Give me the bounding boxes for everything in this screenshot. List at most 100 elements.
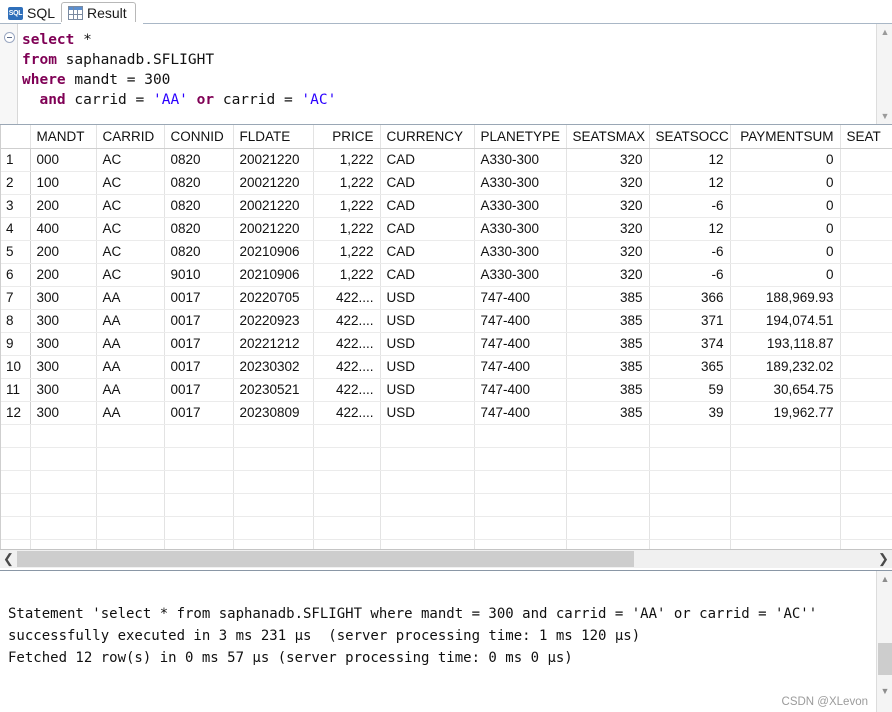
cell-paymentsum[interactable]: 188,969.93 xyxy=(730,286,841,310)
cell-seatsocc[interactable]: 12 xyxy=(649,217,731,241)
cell-connid[interactable]: 0017 xyxy=(164,378,234,402)
table-row[interactable]: 1 000 AC 0820 20021220 1,222 CAD A330-300 320 12 0 xyxy=(0,148,892,172)
cell-carrid[interactable]: AA xyxy=(96,401,165,425)
cell-seatsocc[interactable]: 59 xyxy=(649,378,731,402)
cell-seatsmax_b[interactable] xyxy=(840,263,892,287)
cell-currency[interactable]: CAD xyxy=(380,171,475,195)
row-number-cell[interactable]: 7 xyxy=(0,286,31,310)
cell-seatsocc[interactable]: -6 xyxy=(649,194,731,218)
row-number-cell[interactable]: 2 xyxy=(0,171,31,195)
cell-mandt[interactable]: 200 xyxy=(30,194,97,218)
cell-currency[interactable]: CAD xyxy=(380,217,475,241)
cell-fldate[interactable]: 20221212 xyxy=(233,332,314,356)
cell-mandt[interactable]: 000 xyxy=(30,148,97,172)
cell-fldate[interactable]: 20021220 xyxy=(233,217,314,241)
message-vertical-scrollbar[interactable]: ▲ ▼ xyxy=(876,571,892,712)
chevron-down-icon[interactable]: ▼ xyxy=(877,109,892,123)
column-header-seatsmax[interactable]: SEATSMAX xyxy=(566,125,650,149)
cell-seatsmax[interactable]: 385 xyxy=(566,401,650,425)
chevron-left-icon[interactable]: ❮ xyxy=(0,550,17,568)
column-header-price[interactable]: PRICE xyxy=(313,125,381,149)
table-row[interactable]: 5 200 AC 0820 20210906 1,222 CAD A330-300 320 -6 0 xyxy=(0,240,892,264)
cell-price[interactable]: 1,222 xyxy=(313,240,381,264)
cell-connid[interactable]: 0820 xyxy=(164,240,234,264)
cell-fldate[interactable]: 20220705 xyxy=(233,286,314,310)
chevron-right-icon[interactable]: ❯ xyxy=(875,550,892,568)
cell-planetype[interactable]: A330-300 xyxy=(474,171,567,195)
cell-connid[interactable]: 0017 xyxy=(164,401,234,425)
cell-seatsmax_b[interactable] xyxy=(840,217,892,241)
cell-connid[interactable]: 0820 xyxy=(164,148,234,172)
cell-currency[interactable]: USD xyxy=(380,332,475,356)
cell-planetype[interactable]: 747-400 xyxy=(474,309,567,333)
table-row[interactable]: 3 200 AC 0820 20021220 1,222 CAD A330-300 320 -6 0 xyxy=(0,194,892,218)
column-header-paymentsum[interactable]: PAYMENTSUM xyxy=(730,125,841,149)
row-number-cell[interactable]: 5 xyxy=(0,240,31,264)
cell-planetype[interactable]: A330-300 xyxy=(474,194,567,218)
table-row[interactable]: 2 100 AC 0820 20021220 1,222 CAD A330-300 320 12 0 xyxy=(0,171,892,195)
cell-paymentsum[interactable]: 0 xyxy=(730,263,841,287)
cell-fldate[interactable]: 20210906 xyxy=(233,263,314,287)
cell-seatsmax_b[interactable] xyxy=(840,240,892,264)
cell-connid[interactable]: 0820 xyxy=(164,194,234,218)
cell-carrid[interactable]: AC xyxy=(96,194,165,218)
cell-connid[interactable]: 9010 xyxy=(164,263,234,287)
cell-price[interactable]: 422.... xyxy=(313,309,381,333)
cell-seatsmax[interactable]: 320 xyxy=(566,240,650,264)
cell-currency[interactable]: CAD xyxy=(380,263,475,287)
cell-fldate[interactable]: 20021220 xyxy=(233,171,314,195)
cell-paymentsum[interactable]: 194,074.51 xyxy=(730,309,841,333)
cell-price[interactable]: 422.... xyxy=(313,332,381,356)
row-number-cell[interactable]: 9 xyxy=(0,332,31,356)
cell-price[interactable]: 422.... xyxy=(313,401,381,425)
cell-seatsmax_b[interactable] xyxy=(840,171,892,195)
cell-planetype[interactable]: 747-400 xyxy=(474,401,567,425)
cell-planetype[interactable]: A330-300 xyxy=(474,240,567,264)
cell-seatsmax_b[interactable] xyxy=(840,148,892,172)
cell-price[interactable]: 1,222 xyxy=(313,148,381,172)
cell-currency[interactable]: USD xyxy=(380,378,475,402)
cell-seatsmax_b[interactable] xyxy=(840,332,892,356)
column-header-fldate[interactable]: FLDATE xyxy=(233,125,314,149)
cell-price[interactable]: 422.... xyxy=(313,286,381,310)
cell-connid[interactable]: 0820 xyxy=(164,217,234,241)
cell-paymentsum[interactable]: 0 xyxy=(730,217,841,241)
row-number-cell[interactable]: 12 xyxy=(0,401,31,425)
table-row[interactable]: 7 300 AA 0017 20220705 422.... USD 747-400 385 36… xyxy=(0,286,892,310)
cell-fldate[interactable]: 20021220 xyxy=(233,194,314,218)
cell-planetype[interactable]: 747-400 xyxy=(474,332,567,356)
collapse-fold-icon[interactable] xyxy=(4,32,15,43)
chevron-down-icon[interactable]: ▼ xyxy=(877,684,892,698)
cell-seatsmax_b[interactable] xyxy=(840,401,892,425)
cell-seatsmax_b[interactable] xyxy=(840,378,892,402)
cell-seatsocc[interactable]: 39 xyxy=(649,401,731,425)
cell-mandt[interactable]: 300 xyxy=(30,286,97,310)
cell-price[interactable]: 1,222 xyxy=(313,171,381,195)
cell-mandt[interactable]: 200 xyxy=(30,263,97,287)
cell-planetype[interactable]: A330-300 xyxy=(474,148,567,172)
column-header-carrid[interactable]: CARRID xyxy=(96,125,165,149)
cell-price[interactable]: 1,222 xyxy=(313,263,381,287)
cell-paymentsum[interactable]: 19,962.77 xyxy=(730,401,841,425)
table-row[interactable]: 10 300 AA 0017 20230302 422.... USD 747-400 385 3… xyxy=(0,355,892,379)
cell-carrid[interactable]: AC xyxy=(96,148,165,172)
cell-planetype[interactable]: A330-300 xyxy=(474,263,567,287)
cell-currency[interactable]: USD xyxy=(380,401,475,425)
tab-sql[interactable]: SQL SQL xyxy=(2,2,63,24)
cell-paymentsum[interactable]: 193,118.87 xyxy=(730,332,841,356)
cell-carrid[interactable]: AA xyxy=(96,309,165,333)
message-panel[interactable]: Statement 'select * from saphanadb.SFLIG… xyxy=(0,570,892,712)
cell-currency[interactable]: USD xyxy=(380,309,475,333)
column-header-connid[interactable]: CONNID xyxy=(164,125,234,149)
cell-connid[interactable]: 0017 xyxy=(164,355,234,379)
cell-connid[interactable]: 0017 xyxy=(164,309,234,333)
cell-mandt[interactable]: 300 xyxy=(30,355,97,379)
cell-paymentsum[interactable]: 0 xyxy=(730,148,841,172)
cell-seatsmax_b[interactable] xyxy=(840,194,892,218)
cell-mandt[interactable]: 300 xyxy=(30,332,97,356)
cell-fldate[interactable]: 20210906 xyxy=(233,240,314,264)
sql-editor-panel[interactable]: select * from saphanadb.SFLIGHT where mand… xyxy=(0,24,892,125)
row-number-cell[interactable]: 10 xyxy=(0,355,31,379)
cell-carrid[interactable]: AC xyxy=(96,217,165,241)
cell-seatsmax[interactable]: 320 xyxy=(566,263,650,287)
